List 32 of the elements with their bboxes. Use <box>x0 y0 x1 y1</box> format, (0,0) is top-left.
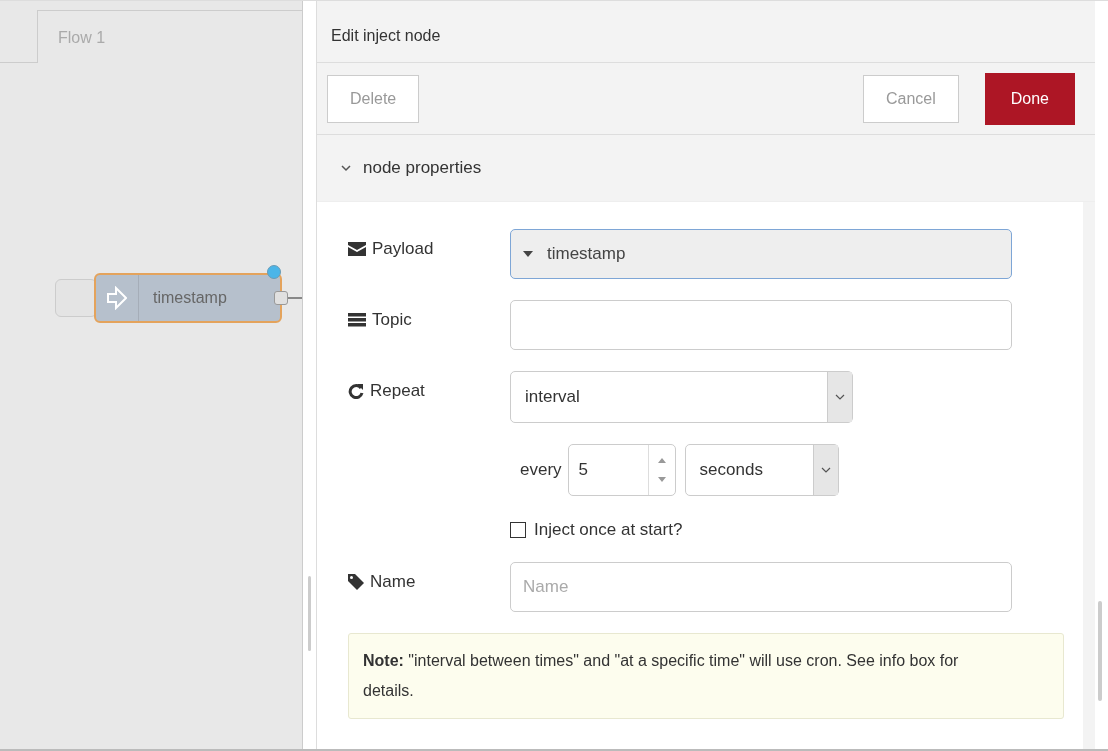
arrow-icon <box>107 286 127 310</box>
topic-field[interactable] <box>510 300 1012 350</box>
envelope-icon <box>348 242 366 256</box>
field-label: Repeat <box>370 381 425 401</box>
panel-title: Edit inject node <box>331 27 441 45</box>
chevron-icon <box>341 164 351 172</box>
spinner-arrows-icon <box>657 458 666 482</box>
output-port[interactable] <box>274 291 288 305</box>
checkbox-label: Inject once at start? <box>534 520 683 540</box>
tag-icon <box>348 574 364 590</box>
field-label: Payload <box>372 239 434 259</box>
chevron-icon <box>835 394 845 400</box>
wire <box>288 297 302 299</box>
checkbox[interactable] <box>510 522 526 538</box>
repeat-select[interactable]: interval <box>510 371 853 423</box>
inject-button[interactable] <box>55 279 97 317</box>
field-label: Name <box>370 572 416 592</box>
field-label: Topic <box>372 310 412 330</box>
every-label: every <box>520 460 562 480</box>
note-text: Note: "interval between times" and "at a specific time" will use cron. See info box for details. <box>363 651 960 701</box>
unit-select[interactable]: seconds <box>684 444 839 496</box>
name-field[interactable]: Name <box>510 562 1012 612</box>
resize-handle[interactable] <box>308 576 311 651</box>
node-label: timestamp <box>153 289 227 307</box>
scrollbar[interactable] <box>1098 601 1102 701</box>
caret-icon <box>523 251 533 257</box>
list-icon <box>348 313 366 327</box>
refresh-icon <box>348 383 364 399</box>
done-button[interactable]: Done <box>984 72 1075 125</box>
chevron-icon <box>820 467 831 473</box>
interval-spinner[interactable]: 5 <box>567 444 676 496</box>
payload-field[interactable]: timestamp <box>510 229 1012 279</box>
